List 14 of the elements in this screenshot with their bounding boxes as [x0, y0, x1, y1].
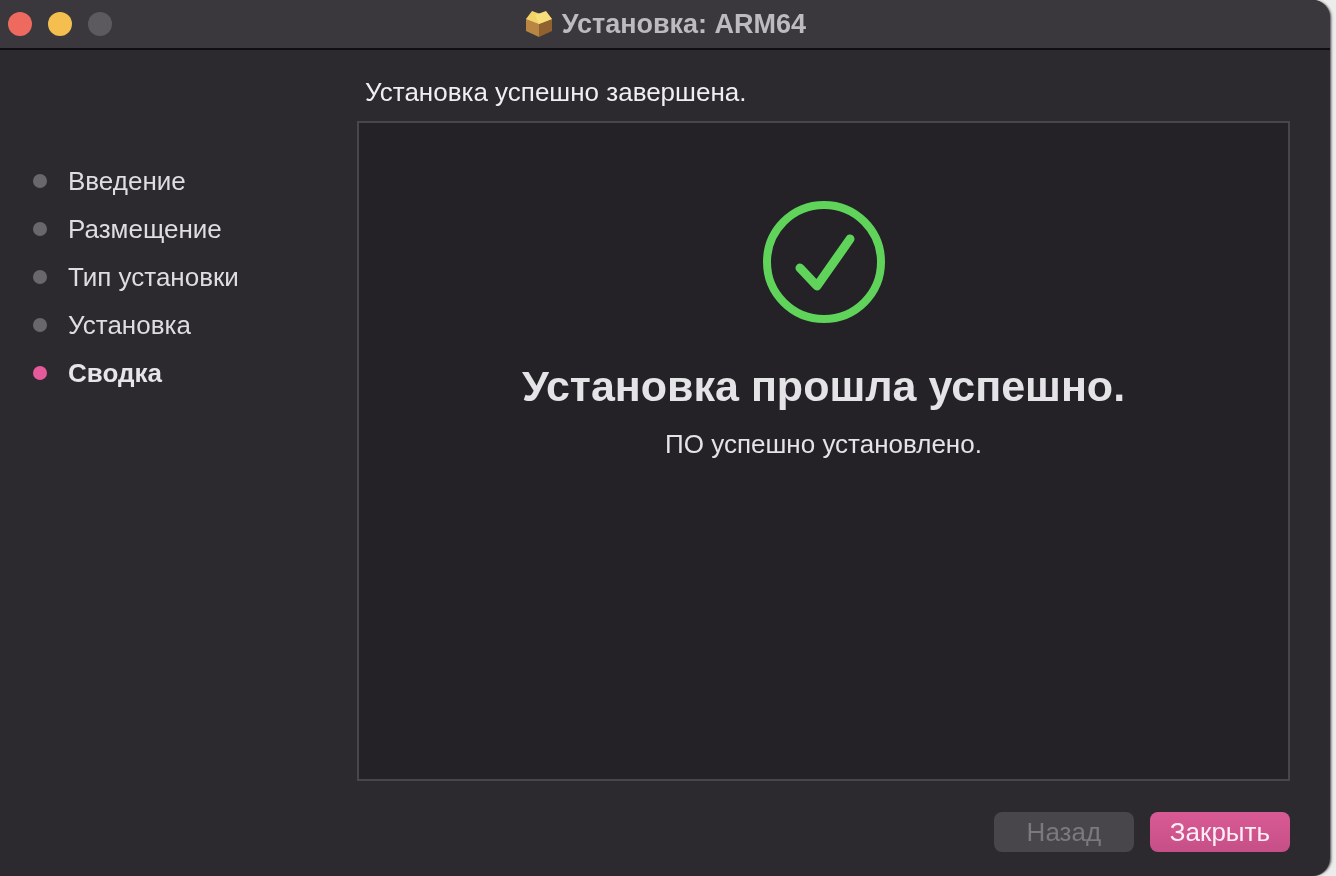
step-label: Установка: [68, 309, 191, 341]
check-circle-icon: [761, 200, 886, 324]
step-label: Сводка: [68, 357, 162, 389]
step-label: Тип установки: [68, 261, 239, 293]
close-button[interactable]: Закрыть: [1149, 812, 1290, 852]
window-title: Установка: ARM64: [561, 8, 807, 40]
result-message: ПО успешно установлено.: [665, 429, 982, 460]
step-label: Размещение: [68, 213, 222, 245]
page-heading: Установка успешно завершена.: [364, 77, 748, 107]
package-icon: [523, 10, 554, 38]
close-window-button[interactable]: [8, 12, 32, 36]
step-label: Введение: [68, 165, 186, 197]
minimize-window-button[interactable]: [48, 12, 72, 36]
result-title: Установка прошла успешно.: [521, 362, 1126, 411]
